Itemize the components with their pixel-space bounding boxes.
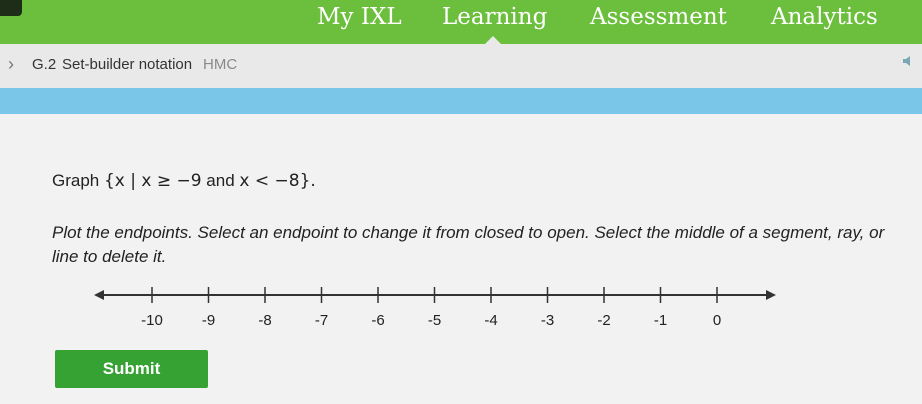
nav-learning[interactable]: Learning (442, 4, 547, 30)
breadcrumb: › G.2 Set-builder notation HMC (0, 44, 922, 88)
right-arrow-icon (766, 290, 776, 300)
nav-assessment[interactable]: Assessment (590, 4, 727, 30)
number-line-tick-label: -4 (484, 312, 497, 329)
top-navigation: My IXL Learning Assessment Analytics (0, 0, 922, 45)
number-line-tick-label: -2 (597, 312, 610, 329)
number-line-tick-label: -3 (541, 312, 554, 329)
number-line-tick-label: -9 (202, 312, 215, 329)
question-text: Graph {x | x ≥ −9 and x < −8}. (52, 171, 316, 191)
number-line[interactable]: -10 -9 -8 -7 -6 -5 -4 -3 -2 -1 0 (90, 283, 780, 333)
progress-band (0, 88, 922, 114)
question-conjunction: and (201, 171, 240, 190)
number-line-tick-label: -1 (654, 312, 667, 329)
number-line-tick-label: -10 (141, 312, 163, 329)
skill-code: G.2 (32, 56, 57, 73)
number-line-tick-label: -5 (428, 312, 441, 329)
number-line-tick-label: 0 (713, 312, 721, 329)
number-line-tick-label: -7 (315, 312, 328, 329)
question-set-1: {x | x ≥ −9 (103, 171, 202, 191)
question-set-2: x < −8}. (239, 171, 316, 191)
skill-tag: HMC (203, 56, 238, 73)
nav-analytics[interactable]: Analytics (771, 4, 878, 30)
number-line-tick-label: -6 (371, 312, 384, 329)
submit-button[interactable]: Submit (55, 350, 208, 388)
logo-corner (0, 0, 22, 16)
chevron-right-icon[interactable]: › (8, 54, 14, 75)
nav-my-ixl[interactable]: My IXL (317, 4, 402, 30)
left-arrow-icon (94, 290, 104, 300)
sound-icon[interactable] (900, 52, 922, 74)
question-prefix: Graph (52, 171, 104, 190)
number-line-tick-label: -8 (258, 312, 271, 329)
skill-name: Set-builder notation (62, 56, 193, 73)
instructions: Plot the endpoints. Select an endpoint t… (52, 223, 885, 266)
